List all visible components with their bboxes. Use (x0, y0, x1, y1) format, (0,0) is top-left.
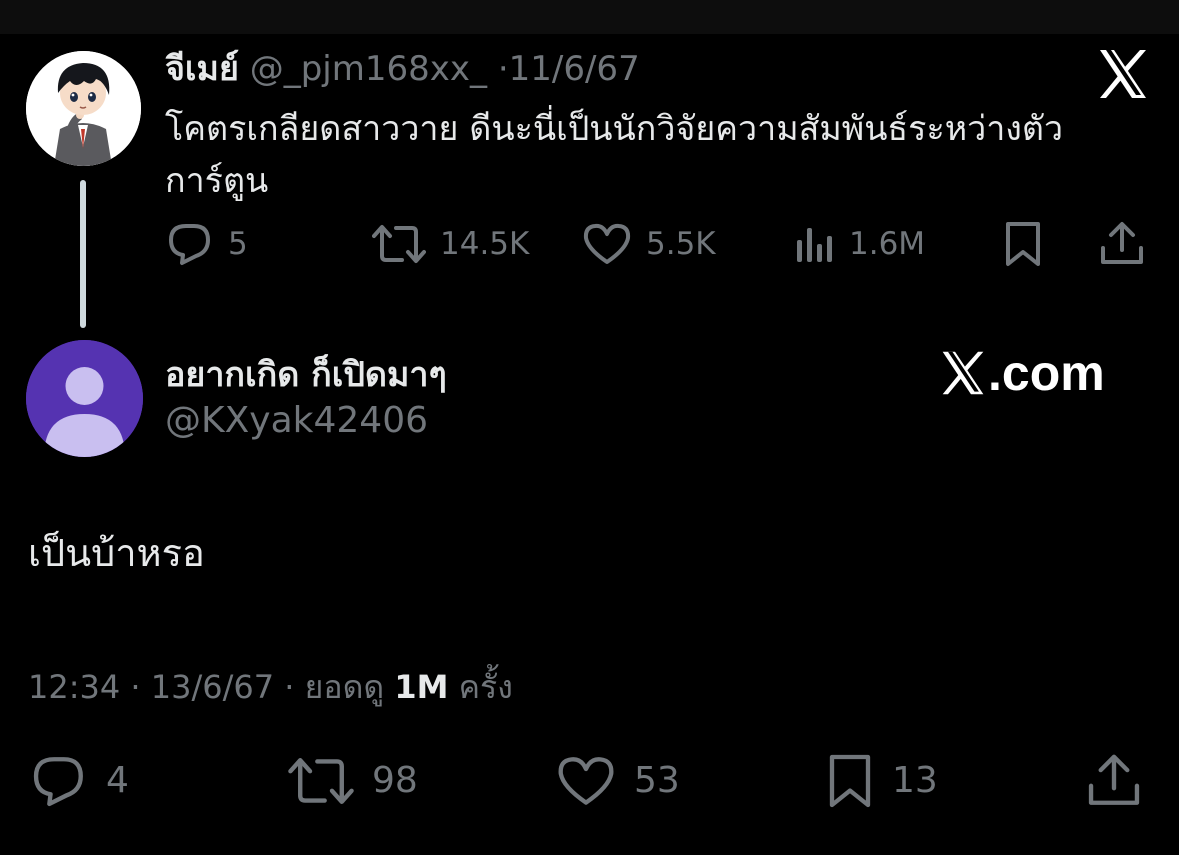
reply-avatar[interactable] (26, 340, 143, 457)
parent-views-action[interactable]: 1.6M (795, 222, 925, 266)
meta-separator: · (120, 668, 151, 706)
share-upload-icon (1088, 754, 1140, 805)
watermark-text: .com (988, 345, 1105, 401)
retweet-icon (288, 758, 354, 804)
reply-retweet-action[interactable]: 98 (288, 754, 418, 808)
reply-reply-action[interactable]: 4 (30, 754, 129, 808)
thread-connector-line (80, 180, 86, 328)
views-prefix: ยอดดู (304, 668, 395, 706)
x-logo-icon (942, 351, 984, 395)
views-suffix: ครั้ง (448, 668, 513, 706)
heart-icon (583, 223, 631, 264)
reply-reply-count: 4 (106, 760, 129, 801)
parent-reply-count: 5 (228, 226, 248, 262)
reply-date[interactable]: 13/6/67 (151, 668, 274, 706)
parent-header-separator: · (497, 49, 509, 89)
parent-retweet-action[interactable]: 14.5K (372, 222, 529, 266)
reply-tweet-text: เป็นบ้าหรอ (28, 531, 205, 575)
share-upload-icon (1101, 222, 1143, 264)
parent-like-action[interactable]: 5.5K (582, 222, 716, 266)
retweet-icon (372, 225, 426, 263)
parent-share-action[interactable] (1099, 220, 1145, 268)
reply-meta-line: 12:34 · 13/6/67 · ยอดดู 1M ครั้ง (28, 664, 513, 710)
reply-bookmark-action[interactable]: 13 (826, 752, 938, 810)
reply-retweet-count: 98 (372, 760, 418, 801)
reply-like-action[interactable]: 53 (556, 754, 680, 808)
reply-views-count[interactable]: 1M (394, 668, 448, 706)
reply-like-count: 53 (634, 760, 680, 801)
heart-icon (558, 757, 614, 805)
parent-date[interactable]: 11/6/67 (509, 49, 640, 89)
x-com-watermark: .com (940, 342, 1130, 404)
parent-reply-action[interactable]: 5 (166, 222, 248, 266)
parent-retweet-count: 14.5K (440, 226, 530, 262)
parent-tweet-header: จีเมย์ @_pjm168xx_ ·11/6/67 (165, 46, 640, 92)
parent-views-count: 1.6M (849, 226, 926, 262)
bookmark-icon (1006, 222, 1040, 266)
default-person-avatar-icon (26, 340, 143, 457)
bookmark-icon (829, 754, 871, 808)
status-bar-strip (0, 0, 1179, 34)
anime-boy-figure-avatar-icon (26, 51, 141, 166)
reply-bubble-icon (33, 757, 83, 807)
reply-display-name[interactable]: อยากเกิด ก็เปิดมาๆ (165, 352, 447, 398)
reply-bookmark-count: 13 (892, 760, 938, 801)
reply-bubble-icon (169, 224, 210, 265)
parent-bookmark-action[interactable] (1003, 220, 1043, 268)
meta-separator: · (274, 668, 305, 706)
parent-handle[interactable]: @_pjm168xx_ (250, 49, 487, 89)
parent-display-name[interactable]: จีเมย์ (165, 49, 239, 89)
parent-like-count: 5.5K (646, 226, 716, 262)
reply-handle[interactable]: @KXyak42406 (165, 398, 428, 444)
reply-share-action[interactable] (1086, 752, 1142, 810)
x-logo-icon[interactable] (1097, 49, 1149, 99)
parent-tweet-text: โคตรเกลียดสาววาย ดีนะนี่เป็นนักวิจัยความ… (165, 109, 1064, 201)
reply-time[interactable]: 12:34 (28, 668, 120, 706)
parent-avatar[interactable] (26, 51, 141, 166)
analytics-bars-icon (797, 228, 832, 262)
